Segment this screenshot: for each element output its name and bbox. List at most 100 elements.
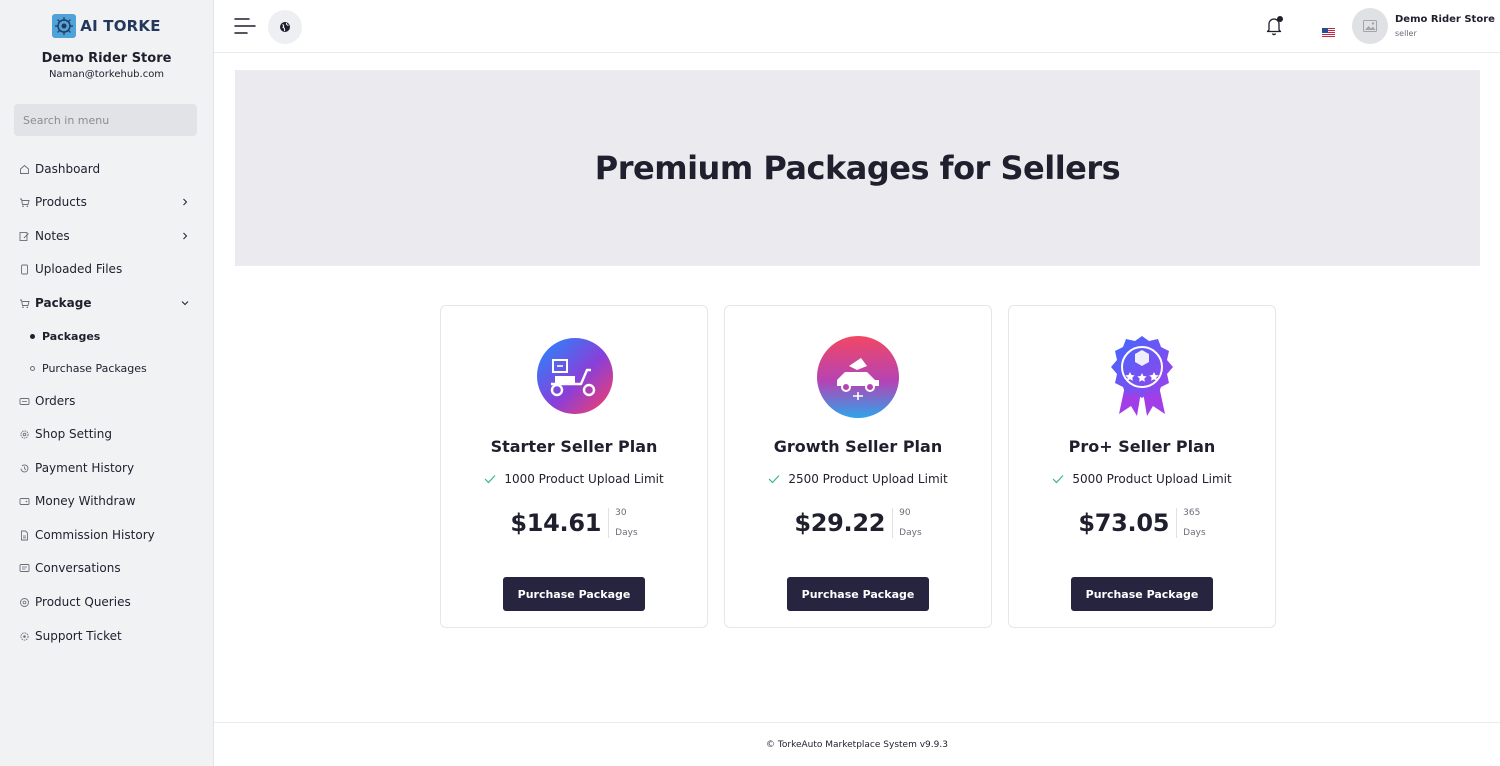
file-icon xyxy=(19,264,30,275)
wallet-icon xyxy=(19,496,30,507)
package-card-growth: Growth Seller Plan 2500 Product Upload L… xyxy=(724,305,992,628)
cart-icon xyxy=(19,298,30,309)
brand-logo-icon xyxy=(52,14,77,38)
plan-feature: 2500 Product Upload Limit xyxy=(725,472,991,486)
sidebar-item-payment-history[interactable]: Payment History xyxy=(0,456,213,480)
gear-icon xyxy=(19,429,30,440)
sidebar-item-label: Products xyxy=(35,195,87,209)
sidebar-item-label: Support Ticket xyxy=(35,629,122,643)
user-role: seller xyxy=(1395,29,1417,38)
plan-duration-unit: Days xyxy=(1183,528,1206,538)
plan-price: $14.61 xyxy=(510,509,602,537)
plan-name: Starter Seller Plan xyxy=(490,437,658,456)
chevron-right-icon xyxy=(179,230,191,242)
car-delivery-icon xyxy=(817,336,899,418)
sidebar-subitem-packages[interactable]: Packages xyxy=(30,326,100,346)
plan-feature-label: 2500 Product Upload Limit xyxy=(788,472,948,486)
plan-feature-label: 1000 Product Upload Limit xyxy=(504,472,664,486)
sidebar-item-label: Conversations xyxy=(35,561,121,575)
brand-name: AI TORKE xyxy=(80,17,161,35)
plan-feature-label: 5000 Product Upload Limit xyxy=(1072,472,1232,486)
sidebar-item-uploaded-files[interactable]: Uploaded Files xyxy=(0,257,213,281)
plan-name: Pro+ Seller Plan xyxy=(1068,437,1216,456)
sidebar-item-label: Product Queries xyxy=(35,595,131,609)
sidebar-item-package[interactable]: Package xyxy=(0,291,213,315)
plan-price-row: $14.61 30 Days xyxy=(441,508,707,538)
plan-name: Growth Seller Plan xyxy=(773,437,943,456)
sidebar-item-label: Commission History xyxy=(35,528,155,542)
note-icon xyxy=(19,231,30,242)
sidebar-item-money-withdraw[interactable]: Money Withdraw xyxy=(0,489,213,513)
sidebar-subitem-label: Purchase Packages xyxy=(42,361,147,375)
support-icon xyxy=(19,631,30,642)
sidebar-item-label: Shop Setting xyxy=(35,427,112,441)
check-icon xyxy=(1052,475,1064,484)
sidebar-item-label: Money Withdraw xyxy=(35,494,136,508)
check-icon xyxy=(768,475,780,484)
sidebar-item-label: Payment History xyxy=(35,461,135,475)
top-bar: Demo Rider Store seller xyxy=(214,0,1500,53)
plan-duration-unit: Days xyxy=(615,528,638,538)
menu-search-input[interactable] xyxy=(23,113,197,127)
package-card-starter: Starter Seller Plan 1000 Product Upload … xyxy=(440,305,708,628)
chevron-down-icon xyxy=(179,297,191,309)
chat-icon xyxy=(19,563,30,574)
chevron-right-icon xyxy=(179,196,191,208)
sidebar-item-products[interactable]: Products xyxy=(0,190,213,214)
home-icon xyxy=(19,164,30,175)
question-icon xyxy=(19,597,30,608)
check-icon xyxy=(484,475,496,484)
sidebar-subitem-label: Packages xyxy=(42,329,101,343)
sidebar-item-support-ticket[interactable]: Support Ticket xyxy=(0,624,213,648)
bullet-icon xyxy=(30,333,35,339)
document-icon xyxy=(19,530,30,541)
plan-price-row: $73.05 365 Days xyxy=(1009,508,1275,538)
sidebar-item-commission-history[interactable]: Commission History xyxy=(0,523,213,547)
sidebar-item-notes[interactable]: Notes xyxy=(0,224,213,248)
page-title: Premium Packages for Sellers xyxy=(594,149,1121,187)
sidebar-item-conversations[interactable]: Conversations xyxy=(0,556,213,580)
sidebar-item-label: Orders xyxy=(35,394,76,408)
sidebar-subitem-purchase-packages[interactable]: Purchase Packages xyxy=(30,358,147,378)
menu-toggle-icon[interactable] xyxy=(234,16,256,36)
sidebar-item-label: Dashboard xyxy=(35,162,101,176)
globe-icon xyxy=(280,22,290,32)
purchase-package-button[interactable]: Purchase Package xyxy=(503,577,645,611)
premium-badge-icon xyxy=(1107,334,1177,418)
plan-price: $29.22 xyxy=(794,509,886,537)
plan-price: $73.05 xyxy=(1078,509,1170,537)
purchase-package-button[interactable]: Purchase Package xyxy=(1071,577,1213,611)
plan-duration: 365 Days xyxy=(1176,508,1206,538)
plan-feature: 1000 Product Upload Limit xyxy=(441,472,707,486)
package-card-pro-plus: Pro+ Seller Plan 5000 Product Upload Lim… xyxy=(1008,305,1276,628)
footer-copyright: © TorkeAuto Marketplace System v9.9.3 xyxy=(766,739,948,750)
footer: © TorkeAuto Marketplace System v9.9.3 xyxy=(214,722,1500,766)
language-flag-icon[interactable] xyxy=(1322,22,1335,37)
plan-duration: 30 Days xyxy=(608,508,638,538)
sidebar-item-product-queries[interactable]: Product Queries xyxy=(0,590,213,614)
plan-duration-value: 90 xyxy=(899,508,911,518)
plan-feature: 5000 Product Upload Limit xyxy=(1009,472,1275,486)
orders-icon xyxy=(19,396,30,407)
sidebar: AI TORKE Demo Rider Store Naman@torkehub… xyxy=(0,0,214,766)
notification-bell-icon[interactable] xyxy=(1264,15,1284,37)
sidebar-item-label: Package xyxy=(35,296,92,310)
page-banner: Premium Packages for Sellers xyxy=(235,70,1480,266)
scooter-delivery-icon xyxy=(535,336,615,416)
plan-price-row: $29.22 90 Days xyxy=(725,508,991,538)
bullet-icon xyxy=(30,365,35,371)
brand-logo[interactable]: AI TORKE xyxy=(0,13,213,39)
sidebar-item-label: Notes xyxy=(35,229,70,243)
history-icon xyxy=(19,463,30,474)
menu-search xyxy=(14,104,197,136)
sidebar-item-dashboard[interactable]: Dashboard xyxy=(0,157,213,181)
sidebar-item-shop-setting[interactable]: Shop Setting xyxy=(0,422,213,446)
user-name: Demo Rider Store xyxy=(1395,14,1495,25)
purchase-package-button[interactable]: Purchase Package xyxy=(787,577,929,611)
plan-duration-value: 30 xyxy=(615,508,627,518)
visit-store-button[interactable] xyxy=(268,10,302,44)
plan-duration-value: 365 xyxy=(1183,508,1201,518)
store-email: Naman@torkehub.com xyxy=(48,69,165,80)
avatar[interactable] xyxy=(1352,8,1388,44)
sidebar-item-orders[interactable]: Orders xyxy=(0,389,213,413)
